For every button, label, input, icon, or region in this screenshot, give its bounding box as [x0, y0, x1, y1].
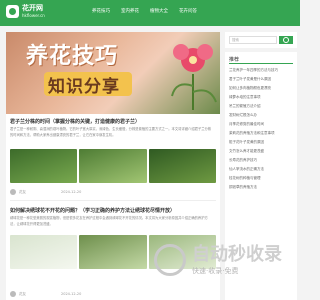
post-date: 2024-12-20: [61, 190, 82, 194]
site-logo[interactable]: 花开网 hkflower.cn: [6, 3, 50, 23]
post-title[interactable]: 如何解决绣球花不开花的问题？（学习正确的养护方法让绣球花尽情开放）: [10, 207, 175, 214]
post-title[interactable]: 君子兰分株的时间（掌握分株的关键，打造健康的君子兰）: [10, 118, 140, 125]
divider: [10, 200, 216, 201]
sidebar-link[interactable]: 文竹怎么养才能更茂盛: [229, 149, 293, 154]
top-navbar: 花开网 hkflower.cn 养花技巧 室内养花 植物大全 花卉问答: [0, 0, 300, 26]
sidebar-link[interactable]: 仙人掌浇水的正确方法: [229, 167, 293, 172]
watermark-subtitle: 快速·收录·免费: [192, 267, 239, 275]
flower-illustration: [171, 44, 217, 110]
sidebar-link[interactable]: 发财树烂根怎么办: [229, 113, 293, 118]
nav-item-indoor[interactable]: 室内养花: [121, 8, 139, 14]
main-nav: 养花技巧 室内养花 植物大全 花卉问答: [92, 8, 197, 14]
sidebar-link[interactable]: 铜钱草的养殖方法: [229, 185, 293, 190]
hero-banner[interactable]: 养花技巧 知识分享: [6, 32, 220, 114]
nav-item-plants[interactable]: 植物大全: [150, 8, 168, 14]
nav-item-qa[interactable]: 花卉问答: [179, 8, 197, 14]
post-date: 2024-12-20: [61, 292, 82, 296]
sidebar-link[interactable]: 长寿花的养护技巧: [229, 158, 293, 163]
sidebar-link[interactable]: 茉莉花的养殖方法和注意事项: [229, 131, 293, 136]
post-meta: 花友: [10, 189, 26, 195]
watermark-logo-icon: [154, 244, 186, 276]
thumbnail-image[interactable]: [79, 149, 147, 183]
sidebar-heading: 推荐: [229, 57, 240, 63]
author-avatar: [10, 189, 16, 195]
watermark-title: 自动秒收录: [192, 244, 282, 265]
thumbnail-image[interactable]: [10, 149, 78, 183]
nav-item-tips[interactable]: 养花技巧: [92, 8, 110, 14]
sidebar-link[interactable]: 桂花树的种植与管理: [229, 176, 293, 181]
post-excerpt: 君子兰是一种耐阴、喜湿润的观叶植物。它的叶子宽大厚实，深绿色，生长缓慢，分株是繁…: [10, 127, 212, 137]
thumbnail-image[interactable]: [148, 149, 216, 183]
search-button[interactable]: [279, 36, 293, 44]
sidebar-link[interactable]: 如何让多肉植物颜色更漂亮: [229, 86, 293, 91]
post-excerpt: 绣球花是一种花型美丽的观赏植物，但是很多花友在养护过程中会遇到绣球花不开花的情况…: [10, 216, 208, 226]
hero-subtitle: 知识分享: [48, 77, 120, 97]
sidebar-link[interactable]: 兰花养护一年四季的方法与技巧: [229, 68, 293, 73]
post-author: 花友: [19, 291, 26, 296]
sidebar-link[interactable]: 月季花修剪的最佳时间: [229, 122, 293, 127]
logo-domain: hkflower.cn: [22, 13, 45, 18]
watermark-overlay: 自动秒收录 快速·收录·免费: [150, 240, 300, 300]
post-meta: 花友: [10, 291, 26, 297]
search-input[interactable]: 搜索: [229, 36, 277, 44]
sidebar-link[interactable]: 吊兰的繁殖方法介绍: [229, 104, 293, 109]
sidebar-link[interactable]: 君子兰叶子发黄是什么原因: [229, 77, 293, 82]
thumbnail-image[interactable]: [79, 235, 147, 269]
post-thumbnails[interactable]: [10, 149, 216, 183]
post-author: 花友: [19, 189, 26, 194]
divider: [229, 63, 293, 64]
thumbnail-image[interactable]: [10, 235, 78, 269]
author-avatar: [10, 291, 16, 297]
flower-logo-icon: [6, 5, 19, 18]
sidebar-link[interactable]: 栀子花叶子发黄的原因: [229, 140, 293, 145]
sidebar-link[interactable]: 绿萝水培的注意事项: [229, 95, 293, 100]
search-box: 搜索: [225, 32, 297, 48]
hero-title: 养花技巧: [26, 44, 119, 69]
logo-text: 花开网: [22, 4, 43, 12]
